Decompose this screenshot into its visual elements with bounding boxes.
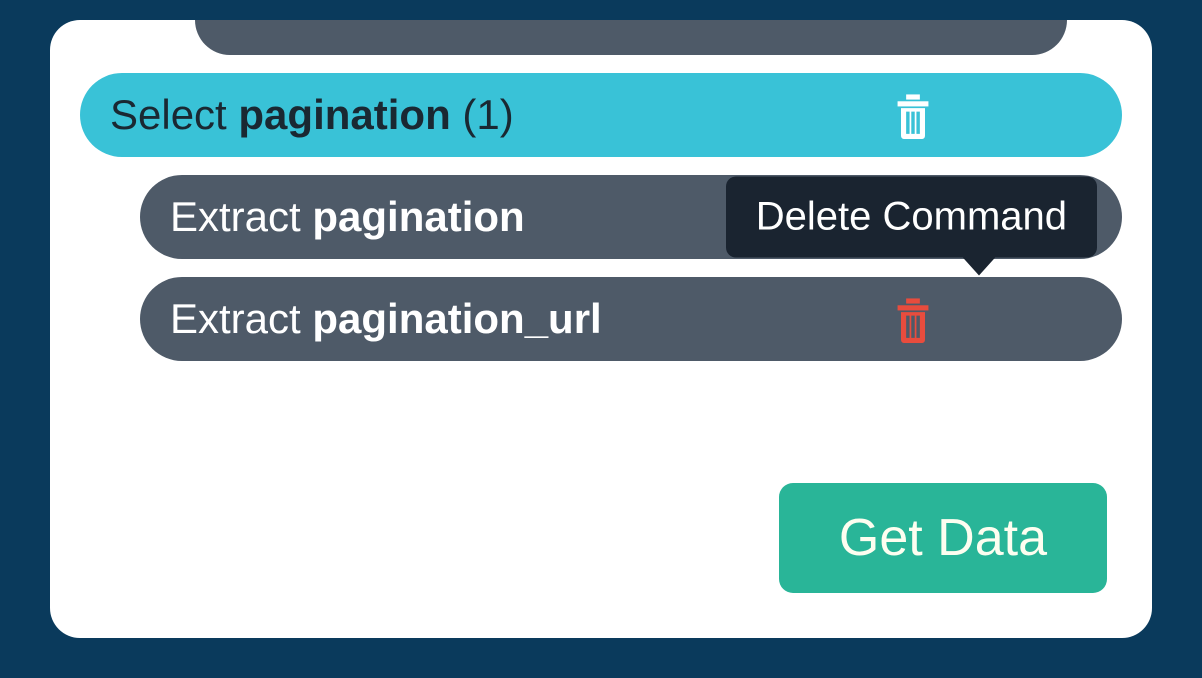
trash-icon[interactable] [892,91,934,139]
trash-icon[interactable] [892,295,934,343]
row-select-pagination[interactable]: Select pagination (1) [80,73,1122,157]
row-extract-pagination-url[interactable]: Extract pagination_url [140,277,1122,361]
action-text: Extract [170,193,301,240]
count-text: (1) [462,91,513,138]
get-data-button[interactable]: Get Data [779,483,1107,593]
delete-icon-wrap [892,91,1092,139]
name-text: pagination [238,91,450,138]
top-partial-row [195,20,1067,55]
row-label: Extract pagination_url [170,295,892,343]
delete-command-tooltip: Delete Command [726,177,1097,258]
name-text: pagination_url [312,295,601,342]
name-text: pagination [312,193,524,240]
action-text: Select [110,91,227,138]
action-text: Extract [170,295,301,342]
delete-icon-wrap [892,295,1092,343]
row-extract-pagination[interactable]: Extract pagination Delete Command [140,175,1122,259]
command-panel: Select pagination (1) Extract pagination… [50,20,1152,638]
row-label: Select pagination (1) [110,91,892,139]
